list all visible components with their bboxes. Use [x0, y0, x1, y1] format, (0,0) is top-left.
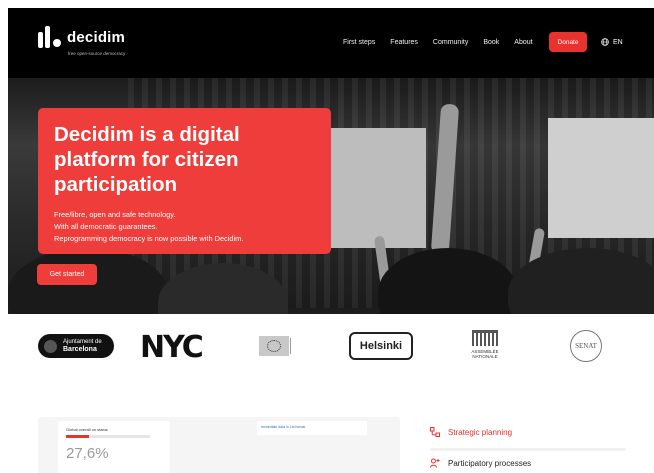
- hero-line: Reprogramming democracy is now possible …: [54, 234, 244, 243]
- top-navigation: decidim free open-source democracy First…: [8, 8, 654, 78]
- globe-icon: [601, 38, 609, 46]
- sidebar-divider: [430, 448, 626, 451]
- language-label: EN: [613, 38, 623, 46]
- nyc-logo: NYC: [140, 330, 204, 365]
- get-started-button[interactable]: Get started: [37, 264, 97, 285]
- stat-card: Global overall on status 27,6%: [58, 421, 170, 473]
- main-nav: First steps Features Community Book Abou…: [343, 39, 548, 46]
- assemblee-line2: NATIONALE: [472, 354, 498, 359]
- brand-name: decidim: [67, 28, 126, 46]
- barcelona-line1: Ajuntament de: [63, 339, 102, 345]
- decidim-logo-icon: [38, 26, 64, 48]
- stat-progress-bar: [66, 435, 150, 438]
- nav-features[interactable]: Features: [390, 39, 418, 46]
- eu-flag-logo: [259, 336, 301, 360]
- hero-title: Decidim is a digital platform for citize…: [54, 123, 240, 196]
- senat-logo: SENAT: [570, 330, 602, 362]
- page: decidim free open-source democracy First…: [8, 8, 654, 473]
- mini-data-card: Immediate data in 1st format: [257, 421, 367, 435]
- hero-line: Free/libre, open and safe technology.: [54, 210, 176, 219]
- assemblee-columns-icon: [472, 330, 498, 346]
- strategic-planning-label: Strategic planning: [448, 427, 513, 437]
- partners-strip: Ajuntament de Barcelona NYC Helsinki ASS…: [8, 314, 654, 374]
- donate-button[interactable]: Donate: [549, 32, 587, 52]
- decidim-logo[interactable]: decidim: [38, 26, 125, 48]
- barcelona-crest-icon: [44, 339, 57, 353]
- barcelona-line2: Barcelona: [63, 346, 97, 353]
- hero-description: Free/libre, open and safe technology. Wi…: [54, 209, 315, 245]
- strategic-planning-link[interactable]: Strategic planning: [430, 427, 512, 437]
- hero-section: decidim free open-source democracy First…: [8, 8, 654, 314]
- people-icon: [430, 458, 440, 468]
- nav-about[interactable]: About: [514, 39, 532, 46]
- barcelona-logo: Ajuntament de Barcelona: [38, 334, 114, 358]
- hero-card: Decidim is a digital platform for citize…: [38, 108, 331, 254]
- stat-value: 27,6%: [66, 445, 109, 462]
- photo-board-left: [330, 128, 426, 248]
- helsinki-logo: Helsinki: [349, 332, 413, 360]
- strategy-icon: [430, 427, 440, 437]
- stat-progress-fill: [66, 435, 90, 438]
- mini-data-label: Immediate data in 1st format: [261, 425, 306, 429]
- participatory-processes-label: Participatory processes: [448, 458, 532, 468]
- nav-first-steps[interactable]: First steps: [343, 39, 375, 46]
- language-selector[interactable]: EN: [601, 38, 623, 46]
- photo-board-right: [548, 118, 654, 238]
- brand-tagline: free open-source democracy: [68, 51, 126, 56]
- participatory-processes-link[interactable]: Participatory processes: [430, 458, 531, 468]
- assemblee-nationale-logo: ASSEMBLÉE NATIONALE: [460, 330, 510, 359]
- hero-line: With all democratic guarantees.: [54, 222, 158, 231]
- nav-book[interactable]: Book: [483, 39, 499, 46]
- stat-label: Global overall on status: [66, 427, 108, 432]
- nav-community[interactable]: Community: [433, 39, 468, 46]
